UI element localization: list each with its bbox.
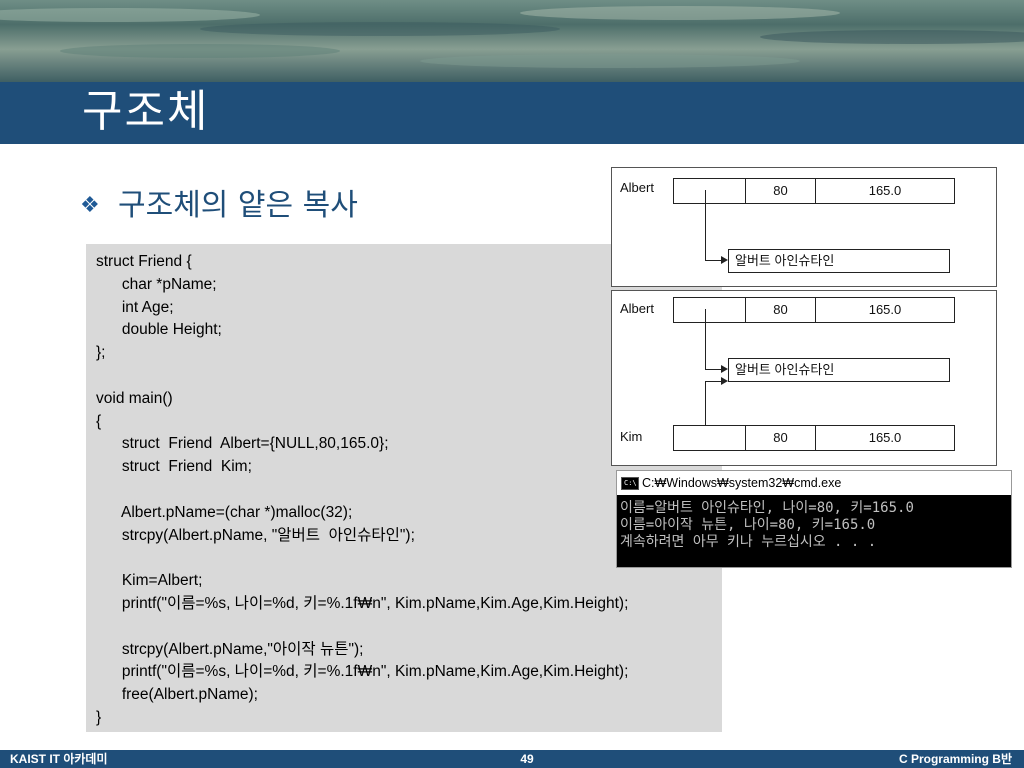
memory-diagram-before: Albert 80 165.0 알버트 아인슈타인 [611,167,997,287]
code-line: printf("이름=%s, 나이=%d, 키=%.1f₩n", Kim.pNa… [96,594,629,612]
code-line: double Height; [96,321,222,339]
console-window: C:\ C:₩Windows₩system32₩cmd.exe 이름=알버트 아… [616,470,1012,568]
code-line: struct Friend Albert={NULL,80,165.0}; [96,435,389,453]
code-line: int Age; [96,298,174,316]
age-cell-kim: 80 [745,425,816,451]
page-number: 49 [520,752,534,766]
arrow-icon [721,365,728,373]
code-line: { [96,412,102,430]
code-line: void main() [96,389,173,407]
var-label-albert: Albert [620,301,654,316]
header-banner-image [0,0,1024,82]
name-string-cell: 알버트 아인슈타인 [728,358,950,382]
console-line: 이름=아이작 뉴튼, 나이=80, 키=165.0 [620,517,876,533]
pointer-line [705,260,722,261]
code-line: Kim=Albert; [96,572,203,590]
pname-cell-kim [673,425,746,451]
code-listing: struct Friend { char *pName; int Age; do… [96,251,628,730]
pointer-line [705,309,706,369]
var-label-albert: Albert [620,180,654,195]
arrow-icon [721,256,728,264]
code-line: struct Friend { [96,253,192,270]
age-cell: 80 [745,178,816,204]
slide-subtitle: 구조체의 얕은 복사 [118,188,358,223]
code-line: char *pName; [96,275,217,293]
code-line: }; [96,344,106,362]
code-line: free(Albert.pName); [96,686,258,704]
var-label-kim: Kim [620,429,643,444]
arrow-icon [721,377,728,385]
code-line: strcpy(Albert.pName,"아이작 뉴튼"); [96,640,364,658]
slide-title: 구조체 [82,86,210,137]
bullet-icon: ❖ [80,193,100,218]
console-titlebar: C:\ C:₩Windows₩system32₩cmd.exe [617,471,1011,495]
pname-cell [673,178,746,204]
console-line: 계속하려면 아무 키나 누르십시오 . . . [620,534,877,550]
pname-cell-albert [673,297,746,323]
age-cell-albert: 80 [745,297,816,323]
footer-organization: KAIST IT 아카데미 [10,752,108,766]
code-line: strcpy(Albert.pName, "알버트 아인슈타인"); [96,526,415,544]
console-icon: C:\ [621,477,639,490]
code-line: Albert.pName=(char *)malloc(32); [96,503,353,521]
height-cell: 165.0 [815,178,955,204]
pointer-line [705,190,706,260]
console-title: C:₩Windows₩system32₩cmd.exe [642,476,842,490]
pointer-line [705,369,722,370]
code-line: } [96,708,102,726]
height-cell-albert: 165.0 [815,297,955,323]
pointer-line [705,381,722,382]
console-output: 이름=알버트 아인슈타인, 나이=80, 키=165.0 이름=아이작 뉴튼, 나… [620,500,914,551]
height-cell-kim: 165.0 [815,425,955,451]
name-string-cell: 알버트 아인슈타인 [728,249,950,273]
code-line: struct Friend Kim; [96,458,252,476]
console-line: 이름=알버트 아인슈타인, 나이=80, 키=165.0 [620,500,914,516]
code-line: printf("이름=%s, 나이=%d, 키=%.1f₩n", Kim.pNa… [96,663,629,681]
footer-course: C Programming B반 [898,752,1012,766]
memory-diagram-after: Albert 80 165.0 알버트 아인슈타인 Kim 80 165.0 [611,290,997,466]
